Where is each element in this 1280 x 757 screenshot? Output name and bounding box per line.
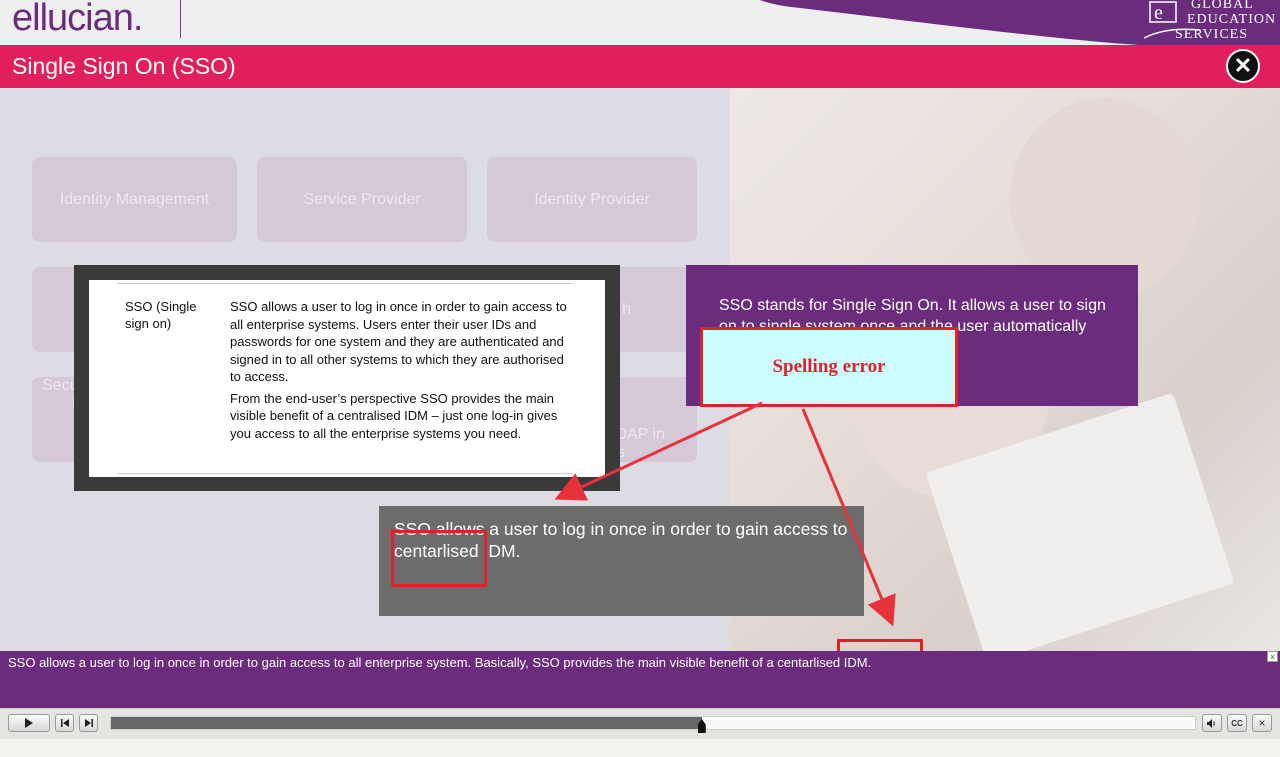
play-icon xyxy=(25,718,33,728)
document-popup: SSO (Single sign on) SSO allows a user t… xyxy=(74,265,620,491)
spelling-error-label: Spelling error xyxy=(772,356,886,377)
caption-close-button[interactable]: × xyxy=(1267,651,1278,662)
doc-definition: SSO allows a user to log in once in orde… xyxy=(230,298,570,446)
tile-row3-right-label: DAP in xyxy=(615,426,665,443)
footer-strip xyxy=(0,739,1280,757)
page-title: Single Sign On (SSO) xyxy=(12,53,236,79)
doc-para-1: SSO allows a user to log in once in orde… xyxy=(230,299,567,384)
brand-mark-text: e xyxy=(1154,2,1163,24)
progress-track[interactable] xyxy=(110,716,1196,733)
doc-term: SSO (Single sign on) xyxy=(125,299,197,331)
previous-button[interactable] xyxy=(55,714,74,732)
play-button[interactable] xyxy=(8,714,50,732)
doc-rule-bottom xyxy=(118,473,573,474)
tile-service-provider[interactable]: Service Provider xyxy=(257,157,467,242)
previous-icon xyxy=(60,719,69,727)
brand-line-3: SERVICES xyxy=(1175,27,1249,42)
next-button[interactable] xyxy=(79,714,98,732)
spelling-error-callout: Spelling error xyxy=(700,327,958,407)
tile-identity-management[interactable]: Identity Management xyxy=(32,157,237,242)
brand-line-1: GLOBAL xyxy=(1191,0,1254,12)
title-bar: Single Sign On (SSO) ✕ xyxy=(0,45,1280,88)
exit-button[interactable]: × xyxy=(1252,714,1272,732)
progress-fill xyxy=(111,717,702,729)
brand-text: GLOBAL EDUCATION SERVICES xyxy=(1175,0,1276,42)
caption-text: SSO allows a user to log in once in orde… xyxy=(8,655,872,670)
slide-content: Identity Management Service Provider Ide… xyxy=(0,88,1280,651)
logo-divider xyxy=(180,0,181,38)
top-header: ellucian. e GLOBAL EDUCATION SERVICES xyxy=(0,0,1280,45)
close-icon[interactable]: ✕ xyxy=(1226,49,1260,83)
player-controls: CC × xyxy=(0,708,1280,739)
brand-line-2: EDUCATION xyxy=(1187,12,1277,27)
doc-rule-top xyxy=(118,283,573,284)
misspelling-highlight-panel xyxy=(391,530,487,587)
volume-icon xyxy=(1207,718,1215,728)
doc-para-2: From the end-user’s perspective SSO prov… xyxy=(230,390,558,441)
caption-bar: SSO allows a user to log in once in orde… xyxy=(0,651,1280,708)
volume-button[interactable] xyxy=(1202,714,1222,732)
tile-identity-provider[interactable]: Identity Provider xyxy=(487,157,697,242)
closed-captions-button[interactable]: CC xyxy=(1227,714,1247,732)
ellucian-logo: ellucian. xyxy=(12,0,143,39)
next-icon xyxy=(84,719,93,727)
tile-row3-left-label: Secu xyxy=(42,377,79,394)
document-page: SSO (Single sign on) SSO allows a user t… xyxy=(89,280,605,477)
